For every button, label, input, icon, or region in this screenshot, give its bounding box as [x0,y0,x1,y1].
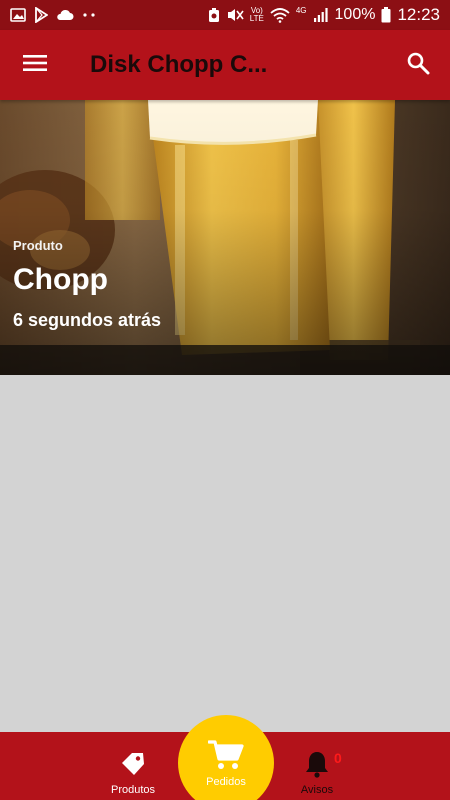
nav-label-produtos: Produtos [110,784,156,796]
nav-label-pedidos: Pedidos [206,776,246,788]
product-card[interactable]: Produto Chopp 6 segundos atrás [0,100,450,375]
status-bar: Vo) LTE 4G 100% 12:23 [0,0,450,30]
wifi-icon [270,7,290,23]
battery-icon [381,7,391,23]
nav-label-avisos: Avisos [300,784,334,796]
signal-icon [313,7,329,23]
notification-badge: 0 [334,750,342,766]
search-icon [406,51,430,80]
alarm-icon [208,7,220,23]
gallery-icon [10,8,26,22]
bell-icon [304,750,330,781]
cloud-icon [56,9,74,21]
mute-icon [226,7,244,23]
tag-icon [119,750,147,781]
post-category: Produto [13,238,63,253]
post-time: 6 segundos atrás [13,310,162,330]
nav-pedidos-button[interactable]: Pedidos [178,715,274,800]
network-type-label: 4G [295,6,307,15]
cart-icon [207,739,244,774]
dots-icon [82,12,96,18]
menu-button[interactable] [0,30,70,100]
hero-overlay [0,100,450,375]
post-title: Chopp [13,263,108,296]
status-time: 12:23 [397,5,440,24]
nav-avisos[interactable]: Avisos 0 [282,732,352,800]
volte-icon: Vo) LTE [249,6,264,23]
nav-produtos[interactable]: Produtos [98,732,168,800]
status-left [10,7,96,23]
hamburger-menu-icon [23,54,47,77]
app-bar: Disk Chopp C... [0,30,450,100]
search-button[interactable] [394,41,442,89]
app-title: Disk Chopp C... [90,51,268,78]
battery-percent: 100% [334,6,376,23]
play-store-icon [34,7,48,23]
status-right: Vo) LTE 4G 100% 12:23 [208,5,440,25]
